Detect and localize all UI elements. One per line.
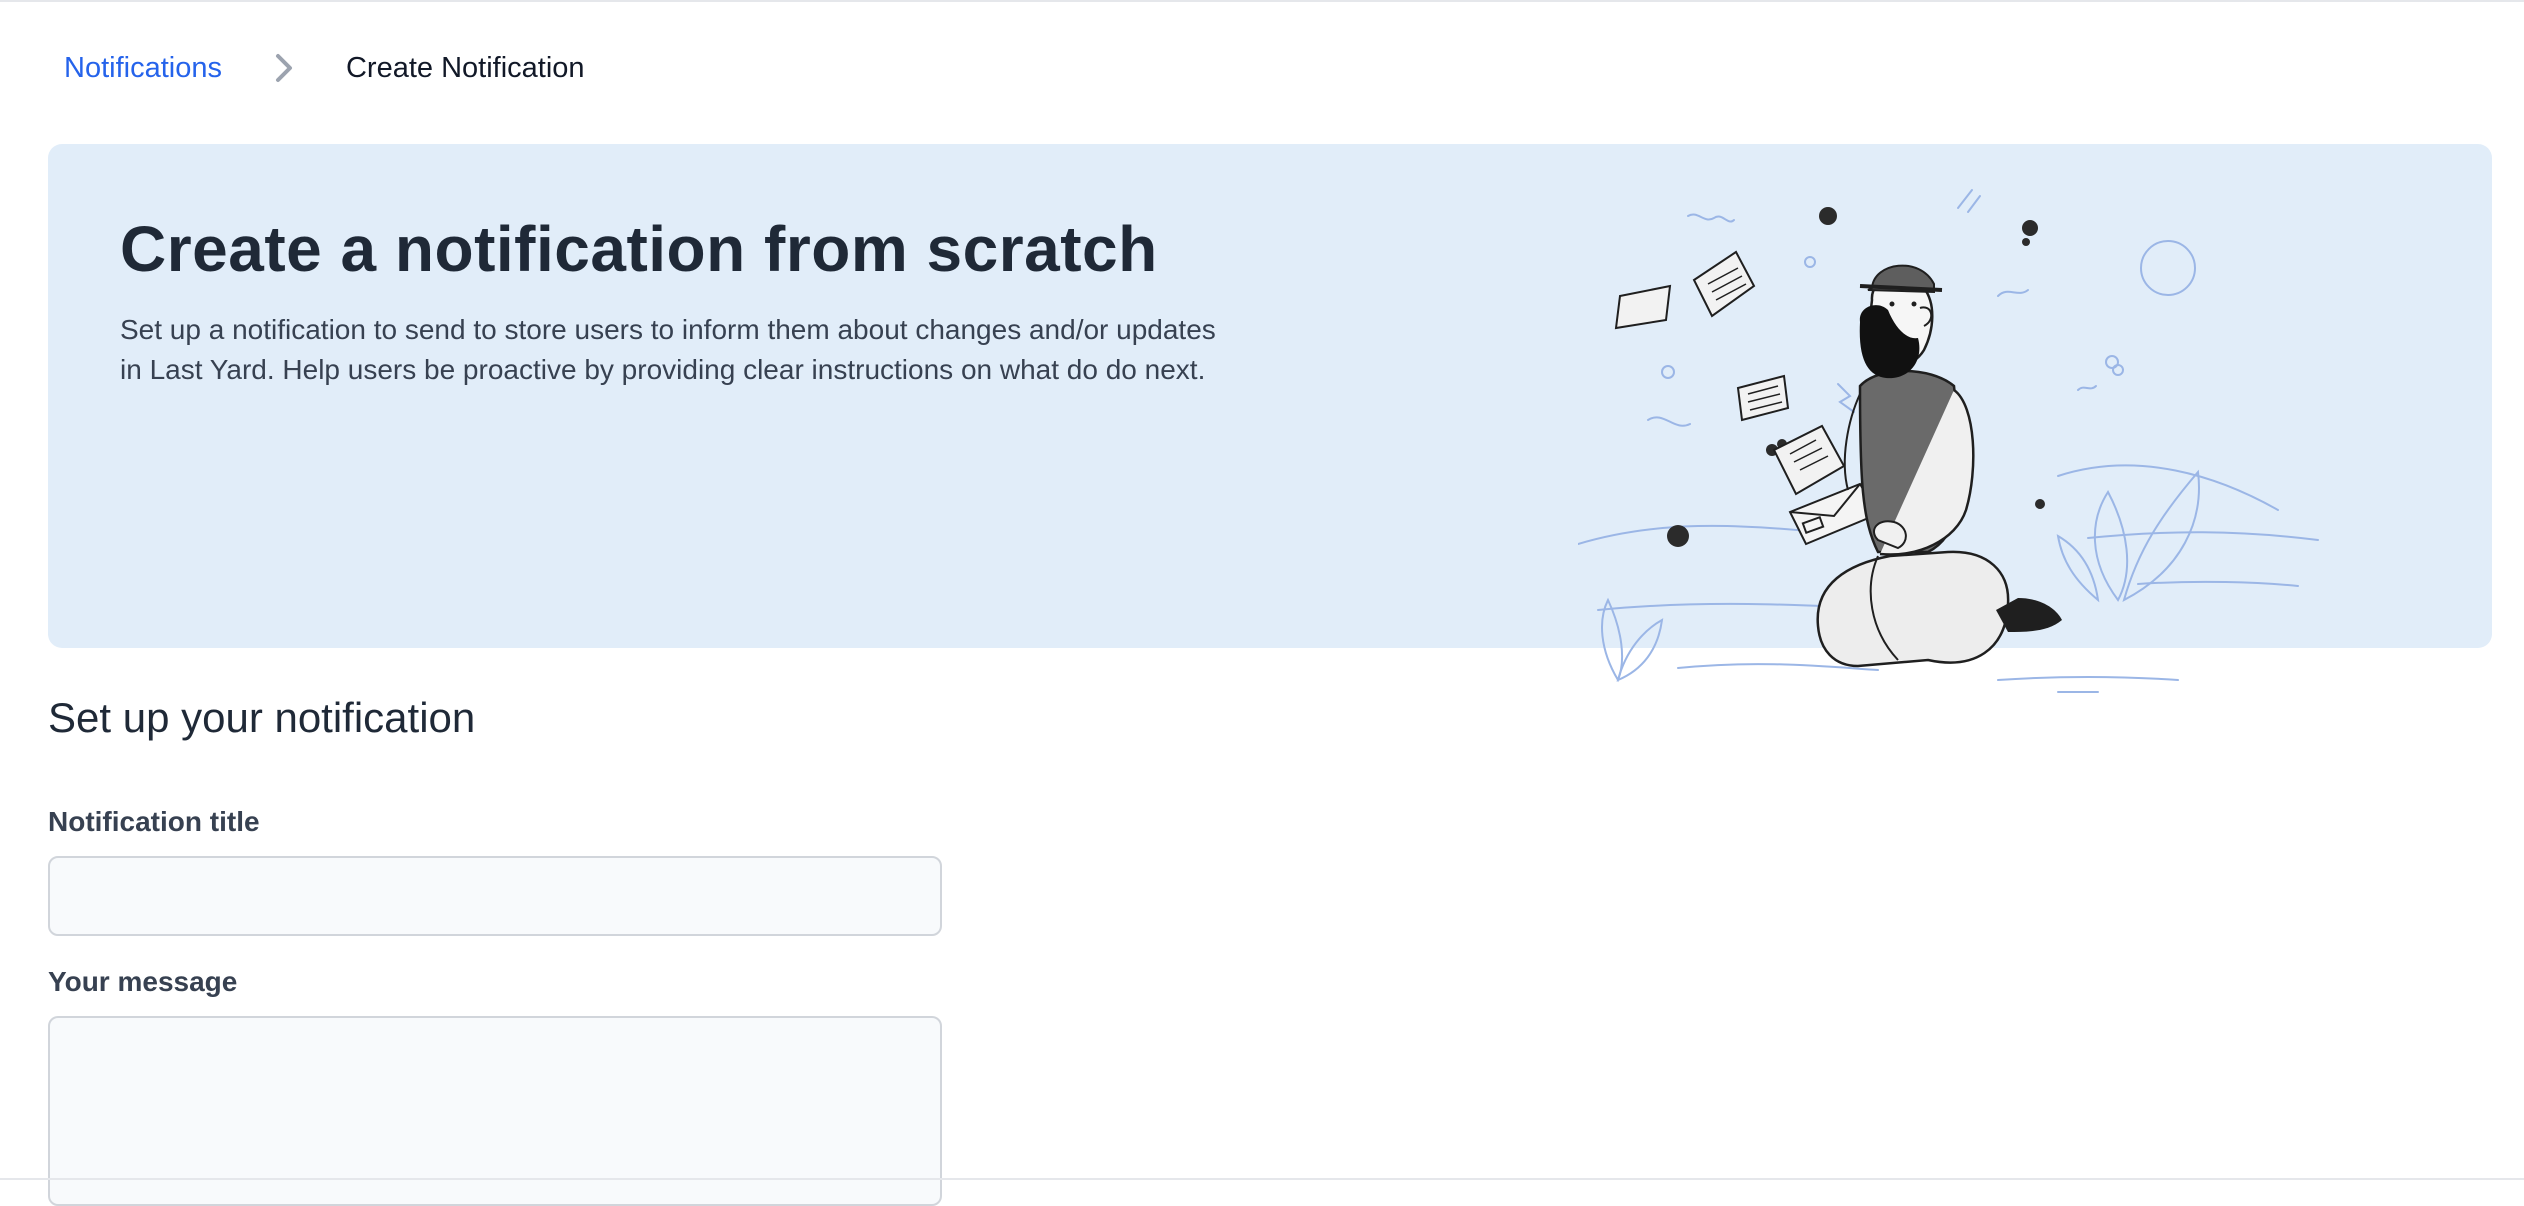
breadcrumb-link-notifications[interactable]: Notifications: [64, 52, 222, 85]
notification-title-label: Notification title: [48, 806, 260, 837]
chevron-right-icon: [270, 50, 298, 86]
notification-title-input[interactable]: [48, 856, 942, 936]
hero-title: Create a notification from scratch: [120, 213, 1158, 285]
message-label: Your message: [48, 966, 238, 997]
hero-description: Set up a notification to send to store u…: [120, 314, 1216, 385]
man-reading-letters-illustration: [1578, 189, 2319, 693]
breadcrumb: Notifications Create Notification: [64, 46, 585, 90]
hero-banner: Create a notification from scratch Set u…: [48, 144, 2492, 693]
form-section-title: Set up your notification: [48, 694, 476, 741]
breadcrumb-current: Create Notification: [345, 51, 585, 84]
top-divider: [0, 0, 2524, 2]
bottom-divider: [0, 1178, 2524, 1180]
